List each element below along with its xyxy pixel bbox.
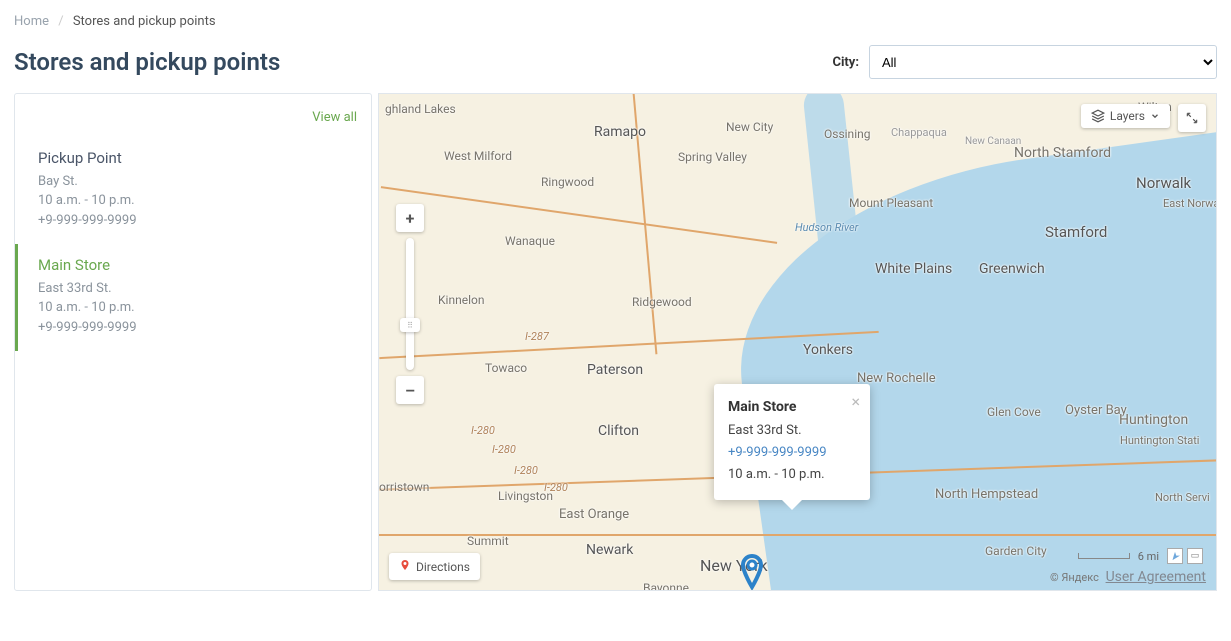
map-label: Norwalk	[1136, 174, 1191, 192]
layers-label: Layers	[1110, 109, 1145, 123]
breadcrumb-home[interactable]: Home	[14, 14, 49, 29]
map-label: North Hempstead	[935, 487, 1038, 502]
map-label: Towaco	[485, 361, 527, 375]
breadcrumb: Home / Stores and pickup points	[14, 14, 1217, 29]
fullscreen-button[interactable]	[1178, 104, 1206, 132]
map-label: Huntington Stati	[1120, 434, 1199, 447]
view-all-link[interactable]: View all	[312, 110, 357, 125]
map-label: orristown	[379, 480, 429, 494]
pin-icon	[399, 558, 411, 575]
zoom-control: + ⠿ –	[396, 204, 424, 404]
store-phone: +9-999-999-9999	[38, 318, 353, 338]
zoom-slider[interactable]: ⠿	[406, 238, 414, 370]
map-label: White Plains	[875, 261, 952, 277]
geolocate-icon[interactable]	[1167, 548, 1183, 564]
map-label-river: Hudson River	[795, 221, 858, 234]
map-label: Clifton	[598, 423, 639, 439]
map-label: Ringwood	[541, 175, 594, 189]
map-route-label: I-280	[492, 443, 516, 456]
map-route-label: I-280	[471, 424, 495, 437]
map-pin[interactable]	[739, 554, 765, 591]
city-select[interactable]: All	[869, 45, 1217, 79]
directions-label: Directions	[416, 560, 470, 574]
map-copyright: © Яндекс User Agreement	[1050, 569, 1206, 585]
store-address: Bay St.	[38, 172, 353, 192]
map-label: Newark	[586, 542, 633, 558]
map-label: Ridgewood	[632, 295, 692, 309]
map-label: North Servi	[1155, 491, 1210, 504]
map-label: Chappaqua	[891, 126, 947, 139]
map-label: North Stamford	[1014, 145, 1111, 161]
balloon-hours: 10 a.m. - 10 p.m.	[728, 464, 856, 486]
directions-button[interactable]: Directions	[389, 553, 480, 580]
layers-button[interactable]: Layers	[1081, 104, 1170, 128]
map-label: Ramapo	[594, 124, 646, 140]
map-label: Paterson	[587, 362, 643, 378]
city-label: City:	[832, 55, 859, 70]
map-route-label: I-280	[544, 481, 568, 494]
map-label: Summit	[467, 534, 509, 548]
map-balloon: × Main Store East 33rd St. +9-999-999-99…	[714, 384, 870, 500]
map-label: Stamford	[1045, 223, 1107, 241]
page-title: Stores and pickup points	[14, 48, 280, 76]
breadcrumb-current: Stores and pickup points	[73, 14, 216, 29]
store-sidebar: View all Pickup Point Bay St. 10 a.m. - …	[14, 93, 372, 591]
map-label: Kinnelon	[438, 293, 484, 307]
store-hours: 10 a.m. - 10 p.m.	[38, 298, 353, 318]
map-label: East Orange	[559, 507, 629, 522]
close-icon[interactable]: ×	[851, 394, 860, 410]
balloon-address: East 33rd St.	[728, 420, 856, 442]
map-label: Garden City	[985, 544, 1047, 558]
balloon-title: Main Store	[728, 396, 856, 420]
store-address: East 33rd St.	[38, 279, 353, 299]
map-label: Ossining	[824, 127, 870, 141]
map-label: ghland Lakes	[385, 102, 456, 116]
map-label: Mount Pleasant	[849, 196, 933, 210]
chevron-down-icon	[1150, 111, 1160, 121]
store-phone: +9-999-999-9999	[38, 211, 353, 231]
scale-label: 6 mi	[1138, 550, 1159, 563]
map-label: Glen Cove	[987, 405, 1041, 419]
ruler-icon[interactable]: ▭	[1187, 548, 1203, 564]
user-agreement-link[interactable]: User Agreement	[1106, 569, 1206, 585]
store-name: Pickup Point	[38, 147, 353, 170]
map-label: Wanaque	[505, 234, 555, 248]
map-label: Huntington	[1119, 412, 1188, 428]
map-label: Greenwich	[979, 261, 1045, 277]
zoom-in-button[interactable]: +	[396, 204, 424, 232]
map-label: Spring Valley	[678, 150, 747, 164]
balloon-phone[interactable]: +9-999-999-9999	[728, 445, 827, 460]
fullscreen-icon	[1185, 111, 1199, 125]
store-item-main-store[interactable]: Main Store East 33rd St. 10 a.m. - 10 p.…	[15, 244, 371, 351]
map-label: West Milford	[444, 149, 512, 163]
store-hours: 10 a.m. - 10 p.m.	[38, 191, 353, 211]
map-label: Yonkers	[803, 342, 853, 358]
store-name: Main Store	[38, 254, 353, 277]
layers-icon	[1091, 109, 1105, 123]
map-canvas[interactable]: ghland Lakes West Milford Wanaque Ramapo…	[378, 93, 1217, 591]
scale-bar: 6 mi ▭	[1078, 548, 1203, 564]
map-label: Oyster Bay	[1065, 403, 1127, 418]
map-route-label: I-280	[514, 464, 538, 477]
zoom-out-button[interactable]: –	[396, 376, 424, 404]
zoom-handle[interactable]: ⠿	[400, 318, 420, 332]
map-route-label: I-287	[525, 330, 549, 343]
breadcrumb-separator: /	[58, 14, 63, 29]
map-label: Bayonne	[643, 581, 689, 591]
map-label: New City	[726, 120, 773, 134]
map-label: East Norwa	[1163, 197, 1217, 210]
store-item-pickup-point[interactable]: Pickup Point Bay St. 10 a.m. - 10 p.m. +…	[15, 137, 371, 244]
map-label: New Canaan	[965, 136, 1021, 147]
